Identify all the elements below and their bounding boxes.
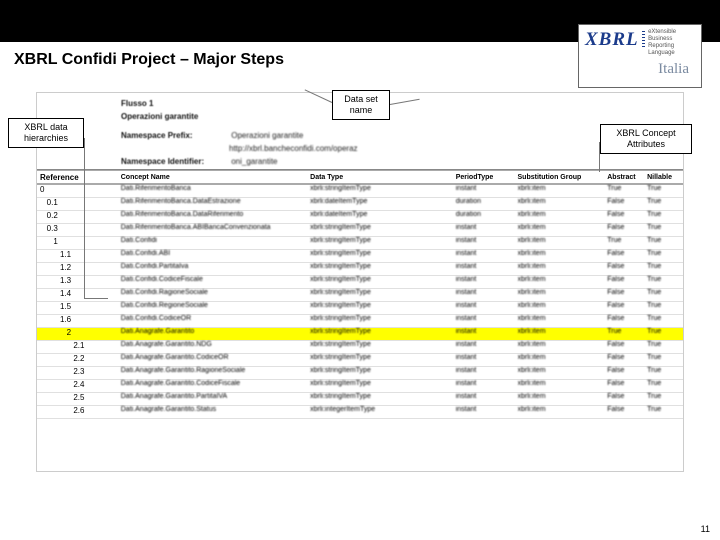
diagram-area: Data set name XBRL data hierarchies XBRL… — [36, 92, 684, 492]
table-row: 1.5Dati.Confidi.RegioneSocialexbrli:stri… — [37, 302, 683, 315]
concept-table: Reference Concept Name Data Type PeriodT… — [37, 169, 683, 419]
table-row: 1.1Dati.Confidi.ABIxbrli:stringItemTypei… — [37, 250, 683, 263]
table-header-row: Reference Concept Name Data Type PeriodT… — [37, 170, 683, 185]
table-row: 2Dati.Anagrafe.Garantitoxbrli:stringItem… — [37, 328, 683, 341]
table-row: 0Dati.RiferimentoBancaxbrli:stringItemTy… — [37, 185, 683, 198]
col-abstract: Abstract — [607, 174, 647, 181]
table-row: 1.4Dati.Confidi.RagioneSocialexbrli:stri… — [37, 289, 683, 302]
connector-line — [84, 138, 85, 298]
col-period: PeriodType — [456, 174, 518, 181]
spreadsheet-screenshot: Flusso 1 Operazioni garantite Namespace … — [36, 92, 684, 472]
table-row: 1.2Dati.Confidi.PartitaIvaxbrli:stringIt… — [37, 263, 683, 276]
table-row: 2.2Dati.Anagrafe.Garantito.CodiceORxbrli… — [37, 354, 683, 367]
logo-tagline-2: Reporting Language — [648, 43, 695, 57]
page-number: 11 — [701, 524, 710, 534]
table-row: 1Dati.Confidixbrli:stringItemTypeinstant… — [37, 237, 683, 250]
logo-tagline-1: eXtensible Business — [648, 29, 695, 43]
table-row: 2.4Dati.Anagrafe.Garantito.CodiceFiscale… — [37, 380, 683, 393]
table-row: 1.3Dati.Confidi.CodiceFiscalexbrli:strin… — [37, 276, 683, 289]
col-subgroup: Substitution Group — [518, 174, 608, 181]
col-datatype: Data Type — [310, 174, 456, 181]
table-row: 0.3Dati.RiferimentoBanca.ABIBancaConvenz… — [37, 224, 683, 237]
meta-nsprefix-label: Namespace Prefix: — [121, 129, 229, 142]
callout-dataset-name: Data set name — [332, 90, 390, 120]
meta-nsuri-value: http://xbrl.bancheconfidi.com/operaz — [229, 142, 358, 155]
callout-xbrl-attributes: XBRL Concept Attributes — [600, 124, 692, 154]
table-row: 2.3Dati.Anagrafe.Garantito.RagioneSocial… — [37, 367, 683, 380]
connector-line — [84, 298, 108, 299]
table-row: 2.6Dati.Anagrafe.Garantito.Statusxbrli:i… — [37, 406, 683, 419]
logo-brand: XBRL — [585, 29, 639, 51]
table-row: 1.6Dati.Confidi.CodiceORxbrli:stringItem… — [37, 315, 683, 328]
meta-flow-label: Flusso 1 — [121, 97, 229, 110]
logo-stripes-icon — [642, 31, 645, 48]
page-title: XBRL Confidi Project – Major Steps — [14, 51, 284, 69]
col-reference: Reference — [37, 173, 121, 182]
xbrl-logo: XBRL eXtensible Business Reporting Langu… — [578, 24, 702, 88]
meta-flow-value: Operazioni garantite — [121, 110, 229, 123]
meta-nsid-label: Namespace Identifier: — [121, 155, 229, 168]
meta-nsprefix-value: Operazioni garantite — [231, 129, 303, 142]
table-row: 2.5Dati.Anagrafe.Garantito.PartitaIVAxbr… — [37, 393, 683, 406]
col-concept: Concept Name — [121, 174, 310, 181]
table-row: 2.1Dati.Anagrafe.Garantito.NDGxbrli:stri… — [37, 341, 683, 354]
table-row: 0.2Dati.RiferimentoBanca.DataRiferimento… — [37, 211, 683, 224]
logo-subtitle: Italia — [585, 61, 695, 78]
col-nillable: Nillable — [647, 174, 683, 181]
table-row: 0.1Dati.RiferimentoBanca.DataEstrazionex… — [37, 198, 683, 211]
meta-nsid-value: oni_garantite — [231, 155, 277, 168]
callout-xbrl-hierarchies: XBRL data hierarchies — [8, 118, 84, 148]
